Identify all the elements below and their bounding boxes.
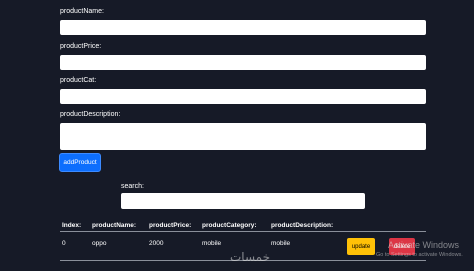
- product-name-input[interactable]: [60, 20, 426, 35]
- product-description-textarea[interactable]: [60, 123, 426, 150]
- product-manager-page: productName: productPrice: productCat: p…: [0, 0, 474, 271]
- row-category-cell: mobile: [202, 240, 222, 247]
- khamsat-watermark: خمسات: [230, 250, 271, 264]
- product-price-input[interactable]: [60, 55, 426, 70]
- update-button[interactable]: update: [347, 238, 375, 255]
- product-description-label: productDescription:: [60, 111, 121, 118]
- add-product-button[interactable]: addProduct: [59, 153, 101, 172]
- table-header-index: Index:: [62, 222, 82, 229]
- row-name-cell: oppo: [92, 240, 107, 247]
- table-header-description: productDescription:: [271, 222, 334, 229]
- product-cat-label: productCat:: [60, 77, 97, 84]
- product-price-label: productPrice:: [60, 43, 102, 50]
- activate-windows-subtitle: Go to Settings to activate Windows.: [376, 252, 463, 258]
- search-input[interactable]: [121, 193, 365, 209]
- table-header-divider: [60, 231, 426, 232]
- activate-windows-title: Activate Windows: [388, 240, 460, 250]
- row-price-cell: 2000: [149, 240, 164, 247]
- search-label: search:: [121, 183, 144, 190]
- table-header-price: productPrice:: [149, 222, 192, 229]
- row-description-cell: mobile: [271, 240, 291, 247]
- row-index-cell: 0: [62, 240, 66, 247]
- product-name-label: productName:: [60, 8, 104, 15]
- product-cat-input[interactable]: [60, 89, 426, 104]
- table-header-name: productName:: [92, 222, 137, 229]
- table-header-category: productCategory:: [202, 222, 257, 229]
